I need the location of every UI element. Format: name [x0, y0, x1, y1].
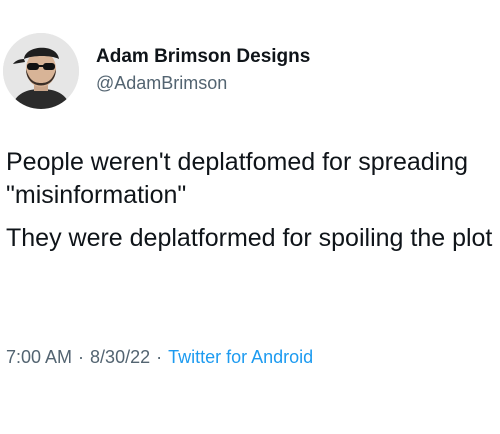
author-handle[interactable]: @AdamBrimson — [96, 73, 227, 94]
tweet-time[interactable]: 7:00 AM — [6, 347, 72, 367]
tweet-metadata: 7:00 AM · 8/30/22 · Twitter for Android — [6, 347, 313, 368]
meta-separator: · — [156, 347, 163, 367]
tweet-paragraph: People weren't deplatfomed for spreading… — [6, 148, 469, 209]
tweet-text: People weren't deplatfomed for spreading… — [6, 146, 496, 265]
meta-separator: · — [78, 347, 85, 367]
avatar[interactable] — [3, 33, 79, 109]
tweet-paragraph: They were deplatformed for spoiling the … — [6, 224, 493, 252]
author-display-name[interactable]: Adam Brimson Designs — [96, 46, 310, 68]
tweet-source-link[interactable]: Twitter for Android — [168, 347, 313, 367]
tweet-date[interactable]: 8/30/22 — [90, 347, 150, 367]
profile-photo-avatar — [3, 33, 79, 109]
tweet-card: Adam Brimson Designs @AdamBrimson People… — [0, 0, 500, 434]
